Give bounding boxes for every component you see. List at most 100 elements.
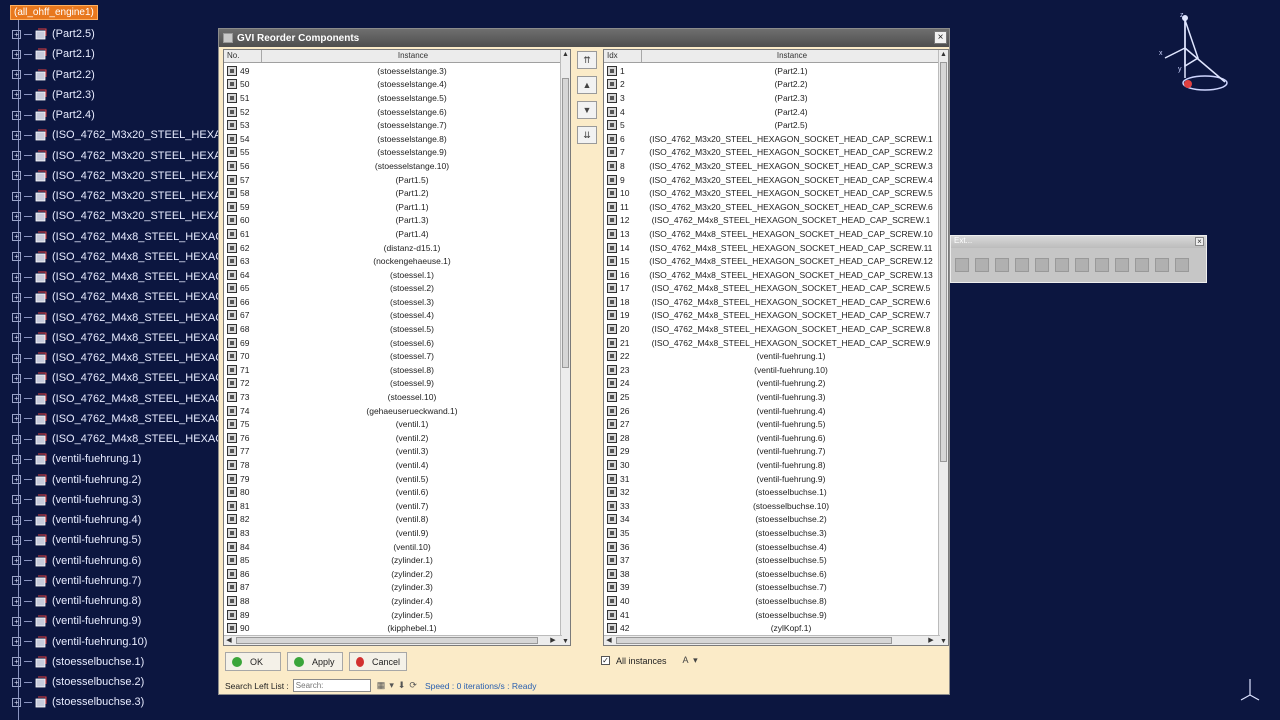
expand-icon[interactable]: +: [12, 313, 21, 322]
list-row[interactable]: 81 (ventil.7): [224, 499, 562, 513]
compass-icon[interactable]: z x y: [1150, 8, 1235, 98]
tree-node[interactable]: + (ISO_4762_M4x8_STEEL_HEXAGO: [12, 308, 232, 328]
list-row[interactable]: 11 (ISO_4762_M3x20_STEEL_HEXAGON_SOCKET_H…: [604, 200, 940, 214]
list-row[interactable]: 67 (stoessel.4): [224, 309, 562, 323]
list-row[interactable]: 90 (kipphebel.1): [224, 621, 562, 635]
list-row[interactable]: 54 (stoesselstange.8): [224, 132, 562, 146]
expand-icon[interactable]: +: [12, 191, 21, 201]
list-row[interactable]: 20 (ISO_4762_M4x8_STEEL_HEXAGON_SOCKET_HE…: [604, 322, 940, 336]
list-row[interactable]: 36 (stoesselbuchse.4): [604, 540, 940, 554]
left-component-list[interactable]: No. Instance 49 (stoesselstange.3) 50 (stoe…: [223, 49, 571, 646]
tree-node[interactable]: + (ISO_4762_M3x20_STEEL_HEXAG: [12, 166, 230, 186]
toolbar-tool-icon[interactable]: [995, 258, 1009, 272]
list-row[interactable]: 32 (stoesselbuchse.1): [604, 485, 940, 499]
toolbar-tool-icon[interactable]: [975, 258, 989, 272]
list-row[interactable]: 63 (nockengehaeuse.1): [224, 254, 562, 268]
tree-node[interactable]: + (ISO_4762_M4x8_STEEL_HEXAGO: [12, 368, 232, 388]
list-row[interactable]: 29 (ventil-fuehrung.7): [604, 445, 940, 459]
expand-icon[interactable]: +: [12, 110, 21, 120]
expand-icon[interactable]: +: [12, 151, 21, 160]
list-row[interactable]: 58 (Part1.2): [224, 186, 562, 200]
toolbar-tool-icon[interactable]: [1095, 258, 1109, 272]
list-row[interactable]: 38 (stoesselbuchse.6): [604, 567, 940, 581]
tree-node[interactable]: + (ISO_4762_M4x8_STEEL_HEXAGO: [12, 267, 232, 287]
expand-icon[interactable]: +: [12, 29, 21, 39]
tree-node[interactable]: + (ventil-fuehrung.2): [12, 470, 141, 490]
list-row[interactable]: 18 (ISO_4762_M4x8_STEEL_HEXAGON_SOCKET_HE…: [604, 295, 940, 309]
tree-node[interactable]: + (ventil-fuehrung.9): [12, 611, 141, 631]
toolbar-tool-icon[interactable]: [1175, 258, 1189, 272]
expand-icon[interactable]: +: [12, 677, 21, 687]
expand-icon[interactable]: +: [12, 232, 21, 241]
expand-icon[interactable]: +: [12, 657, 21, 667]
scroll-down-arrow-icon[interactable]: ▼: [561, 637, 570, 645]
list-row[interactable]: 34 (stoesselbuchse.2): [604, 513, 940, 527]
list-row[interactable]: 5 (Part2.5): [604, 118, 940, 132]
list-row[interactable]: 19 (ISO_4762_M4x8_STEEL_HEXAGON_SOCKET_HE…: [604, 309, 940, 323]
scroll-left-arrow-icon[interactable]: ◀: [604, 636, 614, 645]
list-row[interactable]: 52 (stoesselstange.6): [224, 105, 562, 119]
list-row[interactable]: 9 (ISO_4762_M3x20_STEEL_HEXAGON_SOCKET_HE…: [604, 173, 940, 187]
list-row[interactable]: 56 (stoesselstange.10): [224, 159, 562, 173]
list-row[interactable]: 30 (ventil-fuehrung.8): [604, 458, 940, 472]
tree-node[interactable]: + (ISO_4762_M3x20_STEEL_HEXAG: [12, 206, 230, 226]
expand-icon[interactable]: +: [12, 637, 21, 646]
tree-node[interactable]: + (ISO_4762_M3x20_STEEL_HEXAG: [12, 186, 230, 206]
tree-node[interactable]: + (ISO_4762_M4x8_STEEL_HEXAGO: [12, 389, 232, 409]
tree-node[interactable]: + (Part2.1): [12, 44, 95, 64]
left-horizontal-scrollbar[interactable]: ◀ ▶: [224, 635, 562, 645]
list-row[interactable]: 60 (Part1.3): [224, 214, 562, 228]
tree-node[interactable]: + (ISO_4762_M3x20_STEEL_HEXAG: [12, 146, 230, 166]
expand-icon[interactable]: +: [12, 434, 21, 444]
toolbar-title[interactable]: Ext... ×: [951, 236, 1206, 248]
left-col-no-header[interactable]: No.: [224, 50, 262, 62]
expand-icon[interactable]: +: [12, 495, 21, 505]
tree-root[interactable]: (all_ohff_engine1): [10, 4, 98, 20]
list-row[interactable]: 80 (ventil.6): [224, 485, 562, 499]
toolbar-tool-icon[interactable]: [1135, 258, 1149, 272]
tree-node[interactable]: + (stoesselbuchse.1): [12, 652, 144, 672]
toolbar-tool-icon[interactable]: [1075, 258, 1089, 272]
list-row[interactable]: 83 (ventil.9): [224, 526, 562, 540]
scroll-right-arrow-icon[interactable]: ▶: [926, 636, 936, 645]
tree-node[interactable]: + (ISO_4762_M3x20_STEEL_HEXAG: [12, 125, 230, 145]
tree-node[interactable]: + (ventil-fuehrung.7): [12, 571, 141, 591]
expand-icon[interactable]: +: [12, 171, 21, 181]
right-col-idx-header[interactable]: Idx: [604, 50, 642, 62]
list-row[interactable]: 26 (ventil-fuehrung.4): [604, 404, 940, 418]
right-vertical-scrollbar[interactable]: ▲ ▼: [938, 50, 948, 645]
list-row[interactable]: 39 (stoesselbuchse.7): [604, 581, 940, 595]
left-vertical-scrollbar[interactable]: ▲ ▼: [560, 50, 570, 645]
list-row[interactable]: 62 (distanz-d15.1): [224, 241, 562, 255]
right-col-instance-header[interactable]: Instance: [642, 50, 940, 62]
tree-node[interactable]: + (stoesselbuchse.3): [12, 692, 144, 712]
expand-icon[interactable]: +: [12, 353, 21, 363]
tree-node[interactable]: + (ISO_4762_M4x8_STEEL_HEXAGO: [12, 227, 232, 247]
move-down-button[interactable]: ▼: [577, 101, 597, 119]
list-row[interactable]: 33 (stoesselbuchse.10): [604, 499, 940, 513]
tree-node[interactable]: + (Part2.2): [12, 65, 95, 85]
left-hscroll-thumb[interactable]: [236, 637, 538, 644]
expand-icon[interactable]: +: [12, 454, 21, 464]
move-bottom-button[interactable]: ⇊: [577, 126, 597, 144]
list-row[interactable]: 35 (stoesselbuchse.3): [604, 526, 940, 540]
list-row[interactable]: 86 (zylinder.2): [224, 567, 562, 581]
list-row[interactable]: 14 (ISO_4762_M4x8_STEEL_HEXAGON_SOCKET_HE…: [604, 241, 940, 255]
list-row[interactable]: 4 (Part2.4): [604, 105, 940, 119]
scroll-up-arrow-icon[interactable]: ▲: [561, 50, 570, 60]
expand-icon[interactable]: +: [12, 130, 21, 140]
cancel-button[interactable]: Cancel: [349, 652, 407, 671]
list-row[interactable]: 42 (zylKopf.1): [604, 621, 940, 635]
expand-icon[interactable]: +: [12, 535, 21, 545]
list-row[interactable]: 68 (stoessel.5): [224, 322, 562, 336]
arrow-down-icon[interactable]: ⬇: [398, 680, 406, 691]
expand-icon[interactable]: +: [12, 70, 21, 79]
list-row[interactable]: 25 (ventil-fuehrung.3): [604, 390, 940, 404]
list-row[interactable]: 23 (ventil-fuehrung.10): [604, 363, 940, 377]
list-row[interactable]: 1 (Part2.1): [604, 64, 940, 78]
tree-node[interactable]: + (ventil-fuehrung.10): [12, 632, 147, 652]
expand-icon[interactable]: +: [12, 515, 21, 525]
tree-node[interactable]: + (Part2.4): [12, 105, 95, 125]
expand-icon[interactable]: +: [12, 292, 21, 302]
expand-icon[interactable]: +: [12, 414, 21, 424]
